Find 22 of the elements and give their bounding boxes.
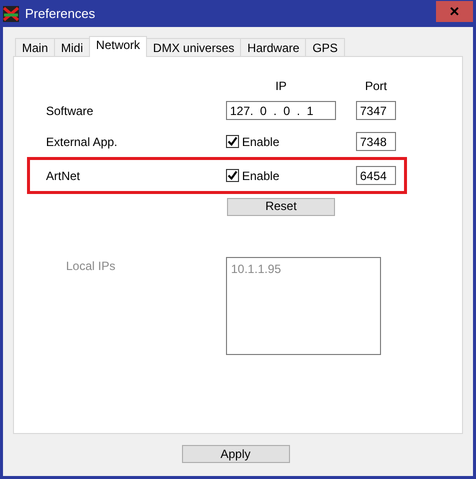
port-field[interactable]: 7348 (356, 132, 396, 151)
tab[interactable]: GPS (305, 38, 345, 57)
enable-checkbox[interactable] (226, 169, 239, 182)
enable-checkbox[interactable] (226, 135, 239, 148)
checkbox-label: Enable (242, 134, 280, 150)
row-label: Software (46, 102, 94, 120)
column-header: IP (274, 78, 288, 95)
column-header: Port (364, 78, 388, 95)
port-field[interactable]: 6454 (356, 166, 396, 185)
close-button[interactable]: ✕ (436, 1, 473, 22)
port-field[interactable]: 7347 (356, 101, 396, 120)
tab[interactable]: Main (15, 38, 56, 57)
row-label: ArtNet (46, 168, 82, 184)
checkbox-label: Enable (242, 168, 280, 184)
window-title: Preferences (25, 4, 96, 23)
app-icon (3, 6, 19, 22)
ip-field[interactable]: 127. 0 . 0 . 1 (226, 101, 336, 120)
row-label: External App. (46, 134, 118, 150)
tab[interactable]: Network (89, 36, 148, 57)
reset-button[interactable]: Reset (227, 198, 335, 216)
apply-button[interactable]: Apply (182, 445, 290, 463)
local-ips-label: Local IPs (66, 258, 116, 274)
